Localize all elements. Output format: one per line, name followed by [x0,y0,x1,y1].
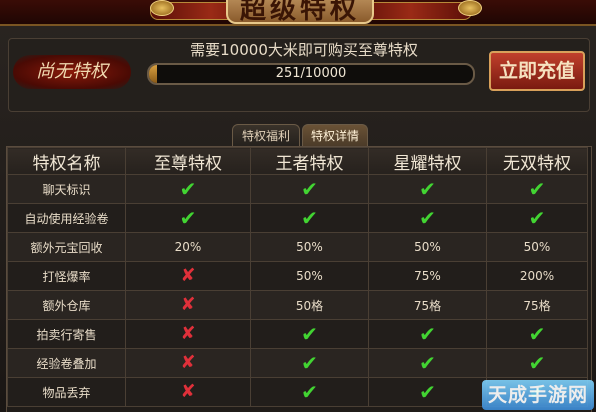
privilege-value-cell: ✔ [368,203,487,233]
check-icon: ✔ [301,177,318,201]
privilege-value-cell: 50% [250,232,369,262]
header-supreme: 至尊特权 [125,147,251,175]
privilege-value-cell: ✔ [486,203,588,233]
table-row: 额外仓库 ✘ 50格 75格 75格 [7,290,588,320]
table-row: 拍卖行寄售 ✘ ✔ ✔ ✔ [7,319,588,349]
table-header-row: 特权名称 至尊特权 王者特权 星耀特权 无双特权 [7,147,588,175]
cross-icon: ✘ [180,323,196,344]
table-row: 额外元宝回收 20% 50% 50% 50% [7,232,588,262]
privilege-value-cell: 50% [368,232,487,262]
cross-icon: ✘ [180,381,196,402]
tab-benefits[interactable]: 特权福利 [232,124,300,147]
header-star: 星耀特权 [368,147,487,175]
privilege-name-cell: 打怪爆率 [7,261,126,291]
table-body: 聊天标识 ✔ ✔ ✔ ✔ 自动使用经验卷 ✔ ✔ ✔ ✔ 额外元宝回收 20% 50% 50% 50% 打怪爆… [7,174,588,407]
privilege-value-cell: ✔ [250,174,369,204]
privilege-value-cell: ✔ [486,174,588,204]
privilege-value-cell: ✘ [125,348,251,378]
header-king: 王者特权 [250,147,369,175]
check-icon: ✔ [528,206,546,230]
privilege-name-cell: 额外元宝回收 [7,232,126,262]
privilege-value-cell: ✘ [125,261,251,291]
privilege-name-cell: 拍卖行寄售 [7,319,126,349]
progress-bar: 251/10000 [147,63,475,85]
table-row: 打怪爆率 ✘ 50% 75% 200% [7,261,588,291]
privilege-header: 尚无特权 需要10000大米即可购买至尊特权 251/10000 立即充值 [8,38,590,112]
privilege-value-cell: 20% [125,232,251,262]
privilege-table: 特权名称 至尊特权 王者特权 星耀特权 无双特权 聊天标识 ✔ ✔ ✔ ✔ 自动使用经验卷… [6,146,592,412]
check-icon: ✔ [419,351,436,375]
privilege-value-cell: 200% [486,261,588,291]
cross-icon: ✘ [180,265,196,286]
privilege-value-cell: ✔ [368,348,487,378]
table-row: 自动使用经验卷 ✔ ✔ ✔ ✔ [7,203,588,233]
privilege-value-cell: ✔ [250,377,369,407]
privilege-value-cell: 50格 [250,290,369,320]
header-privilege-name: 特权名称 [7,147,126,175]
privilege-value-cell: 75格 [368,290,487,320]
privilege-value-cell: ✔ [125,203,251,233]
check-icon: ✔ [301,351,318,375]
privilege-value-cell: 50% [486,232,588,262]
cross-icon: ✘ [180,352,196,373]
check-icon: ✔ [419,177,436,201]
privilege-value-cell: ✘ [125,319,251,349]
privilege-name-cell: 经验卷叠加 [7,348,126,378]
coin-icon [458,0,482,16]
check-icon: ✔ [179,177,197,201]
watermark-logo: 天成手游网 [482,380,594,410]
privilege-name-cell: 聊天标识 [7,174,126,204]
privilege-value-cell: 75格 [486,290,588,320]
check-icon: ✔ [528,351,546,375]
check-icon: ✔ [528,177,546,201]
recharge-button[interactable]: 立即充值 [489,51,585,91]
privilege-value-cell: ✘ [125,290,251,320]
privilege-name-cell: 自动使用经验卷 [7,203,126,233]
coin-icon [150,0,174,16]
page-title: 超级特权 [226,0,374,24]
check-icon: ✔ [301,322,318,346]
privilege-name-cell: 物品丢弃 [7,377,126,407]
check-icon: ✔ [528,322,546,346]
privilege-value-cell: ✔ [250,319,369,349]
privilege-value-cell: ✔ [250,348,369,378]
check-icon: ✔ [419,206,436,230]
privilege-value-cell: 75% [368,261,487,291]
tab-details[interactable]: 特权详情 [302,124,368,147]
privilege-value-cell: ✔ [368,174,487,204]
privilege-value-cell: ✔ [250,203,369,233]
vip-status-badge: 尚无特权 [13,55,131,89]
privilege-name-cell: 额外仓库 [7,290,126,320]
top-banner: 超级特权 [0,0,596,26]
check-icon: ✔ [419,380,436,404]
check-icon: ✔ [419,322,436,346]
requirement-text: 需要10000大米即可购买至尊特权 [190,41,418,59]
check-icon: ✔ [301,206,318,230]
header-peerless: 无双特权 [486,147,588,175]
cross-icon: ✘ [180,294,196,315]
table-row: 经验卷叠加 ✘ ✔ ✔ ✔ [7,348,588,378]
privilege-window: 超级特权 尚无特权 需要10000大米即可购买至尊特权 251/10000 立即… [0,0,596,412]
progress-text: 251/10000 [275,66,347,81]
check-icon: ✔ [301,380,318,404]
privilege-value-cell: ✔ [368,377,487,407]
privilege-value-cell: ✔ [125,174,251,204]
check-icon: ✔ [179,206,197,230]
privilege-value-cell: ✔ [486,348,588,378]
privilege-value-cell: ✔ [486,319,588,349]
table-row: 聊天标识 ✔ ✔ ✔ ✔ [7,174,588,204]
privilege-value-cell: ✘ [125,377,251,407]
privilege-value-cell: ✔ [368,319,487,349]
privilege-value-cell: 50% [250,261,369,291]
